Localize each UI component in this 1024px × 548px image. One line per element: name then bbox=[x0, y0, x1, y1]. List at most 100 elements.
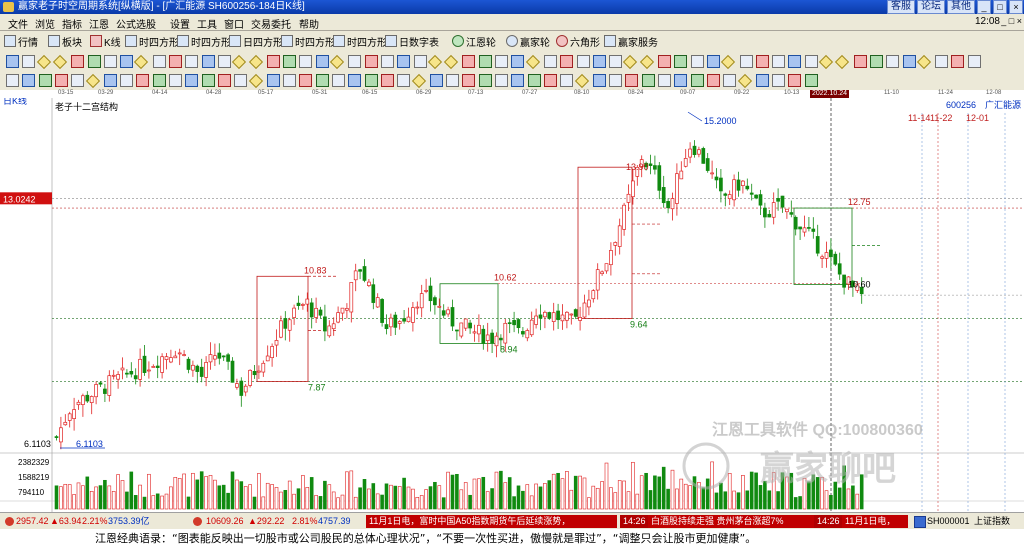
day-square-button[interactable]: 日四方形 bbox=[229, 34, 283, 49]
tool-icon[interactable] bbox=[103, 74, 117, 87]
tool-icon[interactable] bbox=[788, 74, 802, 87]
tool-icon[interactable] bbox=[495, 55, 508, 68]
menu-tools[interactable]: 工具 bbox=[197, 16, 217, 31]
gann-wheel-button[interactable]: 江恩轮 bbox=[452, 34, 496, 49]
tool-icon[interactable] bbox=[835, 54, 850, 70]
tool-icon[interactable] bbox=[152, 74, 166, 87]
time-square-button-1[interactable]: 时四方形 bbox=[125, 34, 179, 49]
tool-icon[interactable] bbox=[772, 74, 786, 87]
tool-icon[interactable] bbox=[574, 73, 589, 89]
tool-icon[interactable] bbox=[397, 55, 411, 68]
tool-icon[interactable] bbox=[71, 74, 85, 87]
tool-icon[interactable] bbox=[134, 54, 149, 70]
tool-icon[interactable] bbox=[478, 74, 492, 87]
tool-icon[interactable] bbox=[739, 55, 753, 68]
tool-icon[interactable] bbox=[397, 74, 411, 87]
tool-icon[interactable] bbox=[201, 55, 215, 68]
tool-icon[interactable] bbox=[723, 74, 737, 87]
tool-icon[interactable] bbox=[22, 74, 36, 87]
tool-icon[interactable] bbox=[248, 73, 263, 89]
tool-icon[interactable] bbox=[967, 55, 981, 68]
tool-icon[interactable] bbox=[772, 55, 786, 68]
tool-icon[interactable] bbox=[737, 73, 752, 89]
tool-icon[interactable] bbox=[706, 74, 720, 87]
tool-icon[interactable] bbox=[185, 55, 199, 68]
tool-icon[interactable] bbox=[248, 54, 263, 70]
tool-icon[interactable] bbox=[444, 54, 459, 70]
tool-icon[interactable] bbox=[266, 74, 280, 87]
tool-icon[interactable] bbox=[348, 55, 362, 68]
tool-icon[interactable] bbox=[639, 54, 654, 70]
tool-icon[interactable] bbox=[6, 74, 19, 87]
kline-chart[interactable]: 日K线 老子十二宫结构 600256 广汇能源 11-14 11-22 12-01 13.02… bbox=[0, 98, 1024, 512]
quotes-button[interactable]: 行情 bbox=[4, 34, 38, 49]
menu-formula[interactable]: 公式选股 bbox=[116, 16, 156, 31]
tool-icon[interactable] bbox=[527, 74, 541, 87]
minimize-button[interactable]: _ bbox=[977, 0, 991, 14]
tool-icon[interactable] bbox=[217, 74, 231, 87]
tool-icon[interactable] bbox=[609, 74, 623, 87]
tool-icon[interactable] bbox=[315, 74, 329, 87]
tool-icon[interactable] bbox=[299, 55, 313, 68]
winner-service-button[interactable]: 赢家服务 bbox=[604, 34, 658, 49]
tool-icon[interactable] bbox=[22, 55, 36, 68]
tool-icon[interactable] bbox=[804, 74, 818, 87]
tool-icon[interactable] bbox=[348, 74, 362, 87]
tool-icon[interactable] bbox=[169, 74, 182, 87]
tool-icon[interactable] bbox=[886, 55, 900, 68]
tool-icon[interactable] bbox=[543, 74, 557, 87]
tool-icon[interactable] bbox=[380, 74, 394, 87]
tool-icon[interactable] bbox=[818, 54, 834, 70]
tool-icon[interactable] bbox=[478, 55, 492, 68]
tool-icon[interactable] bbox=[6, 55, 19, 68]
tool-icon[interactable] bbox=[690, 55, 704, 68]
tool-icon[interactable] bbox=[674, 55, 688, 68]
tool-icon[interactable] bbox=[609, 55, 623, 68]
tool-icon[interactable] bbox=[511, 74, 525, 87]
tool-icon[interactable] bbox=[52, 54, 67, 70]
tool-icon[interactable] bbox=[462, 74, 476, 87]
tool-icon[interactable] bbox=[299, 74, 313, 87]
tool-icon[interactable] bbox=[201, 74, 215, 87]
winner-wheel-button[interactable]: 赢家轮 bbox=[506, 34, 550, 49]
tool-icon[interactable] bbox=[902, 55, 916, 68]
tool-icon[interactable] bbox=[411, 73, 426, 89]
tool-icon[interactable] bbox=[511, 55, 525, 68]
tool-icon[interactable] bbox=[674, 74, 688, 87]
tool-icon[interactable] bbox=[283, 55, 297, 68]
tool-icon[interactable] bbox=[658, 55, 671, 68]
menu-settings[interactable]: 设置 bbox=[170, 16, 190, 31]
tool-icon[interactable] bbox=[623, 54, 638, 70]
hexagon-button[interactable]: 六角形 bbox=[556, 34, 600, 49]
tool-icon[interactable] bbox=[525, 54, 540, 70]
tool-icon[interactable] bbox=[641, 74, 655, 87]
tool-icon[interactable] bbox=[721, 54, 736, 70]
tool-icon[interactable] bbox=[283, 74, 297, 87]
tool-icon[interactable] bbox=[152, 55, 166, 68]
tool-icon[interactable] bbox=[543, 55, 557, 68]
tool-icon[interactable] bbox=[364, 55, 378, 68]
news-ticker-2[interactable]: 白酒股持续走强 贵州茅台涨超7% bbox=[648, 515, 814, 528]
menu-trade[interactable]: 交易委托 bbox=[251, 16, 291, 31]
tool-icon[interactable] bbox=[916, 54, 931, 70]
tool-icon[interactable] bbox=[217, 55, 231, 68]
tool-icon[interactable] bbox=[54, 74, 68, 87]
tool-icon[interactable] bbox=[755, 74, 769, 87]
tool-icon[interactable] bbox=[315, 55, 329, 68]
tool-icon[interactable] bbox=[429, 74, 443, 87]
time-square-button-3[interactable]: 时四方形 bbox=[281, 34, 335, 49]
day-number-table-button[interactable]: 日数字表 bbox=[385, 34, 439, 49]
tool-icon[interactable] bbox=[462, 55, 476, 68]
menu-help[interactable]: 帮助 bbox=[299, 16, 319, 31]
tool-icon[interactable] bbox=[853, 55, 867, 68]
tool-icon[interactable] bbox=[103, 55, 117, 68]
time-square-button-2[interactable]: 时四方形 bbox=[177, 34, 231, 49]
tool-icon[interactable] bbox=[951, 55, 965, 68]
tool-icon[interactable] bbox=[592, 55, 606, 68]
tool-icon[interactable] bbox=[495, 74, 508, 87]
index-switch-icon[interactable] bbox=[914, 516, 926, 528]
close-button[interactable]: × bbox=[1009, 0, 1023, 14]
tool-icon[interactable] bbox=[869, 55, 883, 68]
tool-icon[interactable] bbox=[560, 55, 574, 68]
kline-button[interactable]: K线 bbox=[90, 34, 121, 49]
